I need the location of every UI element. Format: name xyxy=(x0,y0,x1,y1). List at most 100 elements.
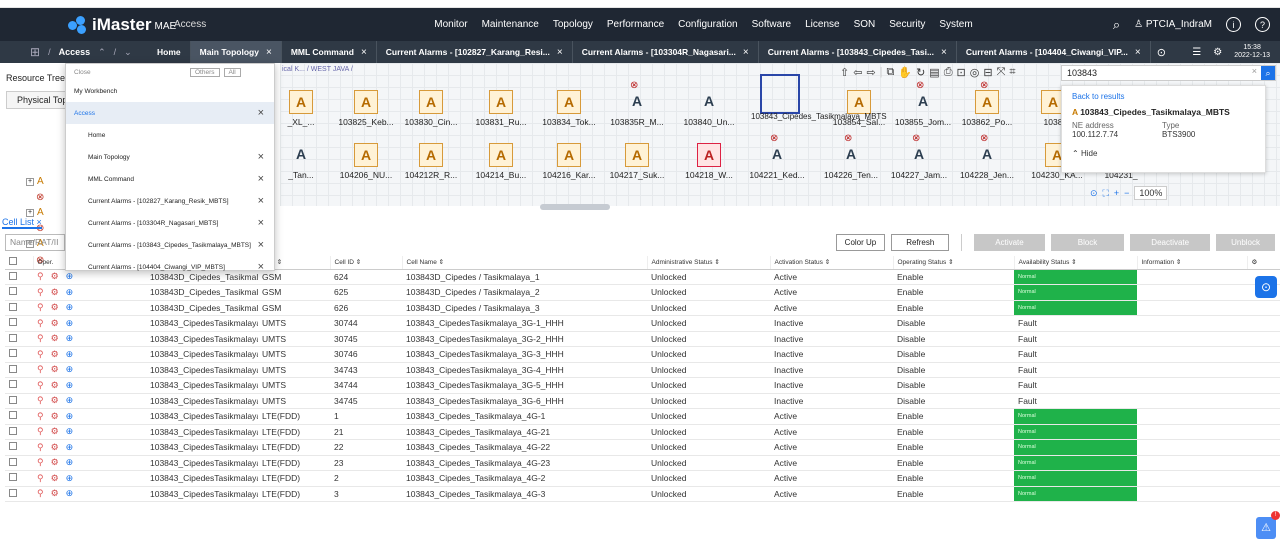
menu-item-topology[interactable]: Topology xyxy=(553,19,593,30)
monitor-icon[interactable]: ⊕ xyxy=(66,426,74,436)
column-header[interactable]: Administrative Status ⇕ xyxy=(647,256,771,270)
row-checkbox[interactable] xyxy=(9,457,17,466)
export-icon[interactable]: ⊡ xyxy=(957,66,966,79)
fit-icon[interactable]: ⛶ xyxy=(1103,188,1109,199)
alarm-icon[interactable]: ⚲ xyxy=(37,395,44,405)
close-icon[interactable]: × xyxy=(941,47,947,58)
config-icon[interactable]: ⚙ xyxy=(51,411,59,421)
row-checkbox-cell[interactable] xyxy=(5,284,33,301)
alarm-icon[interactable]: ⚲ xyxy=(37,411,44,421)
row-checkbox[interactable] xyxy=(9,395,17,404)
close-icon[interactable]: × xyxy=(1135,47,1141,58)
topology-node[interactable]: A 103830_Cin... xyxy=(400,90,462,127)
row-checkbox[interactable] xyxy=(9,333,17,342)
table-row[interactable]: ⚲ ⚙ ⊕ 103843D_Cipedes_Tasikmalaya_2G@...GSM… xyxy=(5,284,1280,301)
config-icon[interactable]: ⚙ xyxy=(51,302,59,312)
row-checkbox[interactable] xyxy=(9,411,17,420)
topology-node[interactable]: A 104212R_R... xyxy=(400,143,462,180)
dropdown-tab-item[interactable]: Main Topology × xyxy=(66,146,274,168)
topology-node[interactable]: A ⊗ 103855_Jom... xyxy=(892,80,954,127)
monitor-icon[interactable]: ⊕ xyxy=(66,457,74,467)
monitor-icon[interactable]: ⊕ xyxy=(66,349,74,359)
topology-node[interactable]: A 103825_Keb... xyxy=(335,90,397,127)
locate-icon[interactable]: ⊙ xyxy=(1090,188,1098,199)
notification-icon[interactable]: ⚠ xyxy=(1256,517,1276,539)
alarm-icon[interactable]: ⚲ xyxy=(37,473,44,483)
monitor-icon[interactable]: ⊕ xyxy=(66,411,74,421)
activate-button[interactable]: Activate xyxy=(974,234,1045,251)
panel-splitter[interactable] xyxy=(540,204,610,210)
row-checkbox-cell[interactable] xyxy=(5,424,33,440)
row-checkbox[interactable] xyxy=(9,287,17,296)
monitor-icon[interactable]: ⊕ xyxy=(66,442,74,452)
config-icon[interactable]: ⚙ xyxy=(51,488,59,498)
topology-node[interactable]: A 103840_Un... xyxy=(678,90,740,127)
info-icon[interactable]: i xyxy=(1226,17,1241,32)
table-row[interactable]: ⚲ ⚙ ⊕ 103843_CipedesTasikmalaya_3G@10...UMT… xyxy=(5,377,1280,394)
monitor-icon[interactable]: ⊕ xyxy=(66,302,74,312)
row-checkbox[interactable] xyxy=(9,473,17,482)
grid-apps-icon[interactable]: ⊞ xyxy=(30,45,40,59)
close-icon[interactable]: × xyxy=(258,151,264,163)
close-icon[interactable]: × xyxy=(258,107,264,119)
topology-node[interactable]: A ⊗ 104227_Jam... xyxy=(888,133,950,180)
tab-4[interactable]: Current Alarms - [103304R_Nagasari... × xyxy=(573,41,759,63)
tab-6[interactable]: Current Alarms - [104404_Ciwangi_VIP... × xyxy=(957,41,1151,63)
close-icon[interactable]: × xyxy=(258,173,264,185)
unblock-button[interactable]: Unblock xyxy=(1216,234,1275,251)
hand-icon[interactable]: ✋ xyxy=(898,66,912,79)
column-settings-icon[interactable]: ⚙ xyxy=(1247,256,1280,270)
table-row[interactable]: ⚲ ⚙ ⊕ 103843_CipedesTasikmalaya_3G@10...UMT… xyxy=(5,346,1280,363)
alarm-icon[interactable]: ⚲ xyxy=(37,333,44,343)
topology-node[interactable]: A ⊗ 104228_Jen... xyxy=(956,133,1018,180)
settings-icon[interactable]: ⚙ xyxy=(1213,47,1222,58)
back-icon[interactable]: ⇦ xyxy=(853,66,862,79)
table-row[interactable]: ⚲ ⚙ ⊕ 103843_CipedesTasikmalaya_3G@10...UMT… xyxy=(5,315,1280,332)
color-up-button[interactable]: Color Up xyxy=(835,234,886,251)
table-row[interactable]: ⚲ ⚙ ⊕ 103843_CipedesTasikmalaya_3G@10...UMT… xyxy=(5,362,1280,378)
topology-node[interactable]: A ⊗ 103862_Po... xyxy=(956,80,1018,127)
topology-node[interactable]: A 104218_W... xyxy=(678,143,740,180)
row-checkbox-cell[interactable] xyxy=(5,331,33,347)
table-row[interactable]: ⚲ ⚙ ⊕ 103843_CipedesTasikmalaya_4G@10...LTE… xyxy=(5,408,1280,425)
row-checkbox-cell[interactable] xyxy=(5,486,33,502)
close-icon[interactable]: × xyxy=(266,47,272,58)
menu-item-software[interactable]: Software xyxy=(752,19,791,30)
locate-button-icon[interactable]: ⊙ xyxy=(1255,276,1277,298)
topology-search-input[interactable]: 103843 × ⌕ xyxy=(1061,65,1276,81)
alarm-icon[interactable]: ⚲ xyxy=(37,442,44,452)
refresh-icon[interactable]: ↻ xyxy=(916,66,925,79)
table-row[interactable]: ⚲ ⚙ ⊕ 103843_CipedesTasikmalaya_4G@10...LTE… xyxy=(5,455,1280,471)
result-item[interactable]: A 103843_Cipedes_Tasikmalaya_MBTS xyxy=(1072,107,1255,117)
chevron-down-icon[interactable]: ⌄ xyxy=(124,47,132,58)
row-checkbox[interactable] xyxy=(9,271,17,280)
topology-node[interactable]: A 103834_Tok... xyxy=(538,90,600,127)
row-checkbox[interactable] xyxy=(9,364,17,373)
row-checkbox-cell[interactable] xyxy=(5,362,33,378)
monitor-icon[interactable]: ⊕ xyxy=(66,395,74,405)
user-menu[interactable]: ♙ PTCIA_IndraM xyxy=(1134,19,1212,30)
table-row[interactable]: ⚲ ⚙ ⊕ 103843_CipedesTasikmalaya_4G@10...LTE… xyxy=(5,439,1280,456)
print-icon[interactable]: ⎙ xyxy=(944,66,953,79)
alarm-icon[interactable]: ⚲ xyxy=(37,287,44,297)
table-row[interactable]: ⚲ ⚙ ⊕ 103843_CipedesTasikmalaya_4G@10...LTE… xyxy=(5,424,1280,440)
menu-item-system[interactable]: System xyxy=(939,19,972,30)
clear-icon[interactable]: × xyxy=(1252,66,1257,76)
row-checkbox-cell[interactable] xyxy=(5,455,33,471)
monitor-icon[interactable]: ⊕ xyxy=(66,364,74,374)
monitor-icon[interactable]: ⊕ xyxy=(66,380,74,390)
topology-node[interactable]: A ⊗ 103835R_M... xyxy=(606,80,668,127)
filter-icon[interactable]: ⊟ xyxy=(983,66,992,79)
row-checkbox-cell[interactable] xyxy=(5,439,33,456)
fullscreen-icon[interactable]: ⤧ xyxy=(997,66,1006,79)
topology-node[interactable]: A 103854_Sal... xyxy=(828,90,890,127)
dropdown-tab-item[interactable]: Home xyxy=(66,124,274,146)
config-icon[interactable]: ⚙ xyxy=(51,318,59,328)
table-row[interactable]: ⚲ ⚙ ⊕ 103843_CipedesTasikmalaya_3G@10...UMT… xyxy=(5,393,1280,409)
config-icon[interactable]: ⚙ xyxy=(51,426,59,436)
row-checkbox-cell[interactable] xyxy=(5,470,33,487)
zoom-level-select[interactable]: 100% xyxy=(1134,186,1168,200)
select-all-checkbox[interactable] xyxy=(9,257,17,266)
topology-node[interactable]: A ⊗ 104226_Ten... xyxy=(820,133,882,180)
alarm-icon[interactable]: ⚲ xyxy=(37,380,44,390)
